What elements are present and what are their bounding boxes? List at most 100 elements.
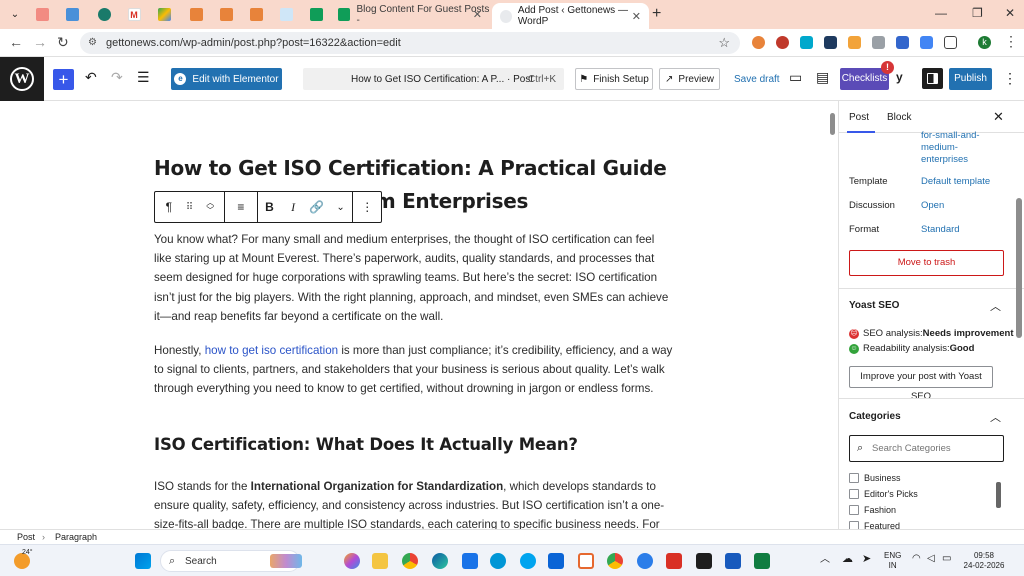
file-explorer-icon[interactable] [372,553,388,569]
preview-button[interactable]: ↗ Preview [659,68,720,90]
app-icon[interactable] [520,553,536,569]
discussion-value[interactable]: Open [921,200,944,211]
close-icon[interactable]: ✕ [993,109,1004,125]
volume-icon[interactable]: ◁ [927,554,935,564]
block-options-icon[interactable]: ⋮ [353,192,381,222]
bookmark-star-icon[interactable]: ☆ [718,35,730,51]
reload-icon[interactable]: ↻ [57,34,69,51]
send-icon[interactable]: ➤ [862,554,871,565]
chrome-icon[interactable] [607,553,623,569]
checkbox[interactable] [849,505,859,515]
scrollbar-thumb[interactable] [830,113,835,135]
pinned-tab[interactable] [152,5,176,24]
cloud-icon[interactable]: ☁ [842,554,853,565]
bold-icon[interactable]: B [258,192,282,222]
paragraph-block[interactable]: Honestly, how to get iso certification i… [154,341,674,399]
edit-with-elementor-button[interactable]: e Edit with Elementor [171,68,282,90]
copilot-icon[interactable] [344,553,360,569]
move-up-down-icon[interactable]: ︿ ﹀ [196,192,224,222]
extension-icon[interactable] [752,36,765,49]
language-indicator[interactable]: ENG IN [884,551,901,571]
document-overview-icon[interactable]: ☰ [137,69,150,86]
close-icon[interactable]: ✕ [632,10,641,23]
extension-icon[interactable] [872,36,885,49]
pinned-tab[interactable] [274,5,298,24]
scrollbar-thumb[interactable] [1016,198,1022,338]
app-icon[interactable] [462,553,478,569]
app-icon[interactable] [666,553,682,569]
forward-icon[interactable]: → [33,34,47,50]
close-window-icon[interactable]: ✕ [1005,6,1015,20]
clock[interactable]: 09:58 24-02-2026 [960,551,1008,571]
pinned-tab[interactable] [60,5,84,24]
template-value[interactable]: Default template [921,176,990,187]
tab-search-button[interactable]: ⌄ [3,5,27,24]
editor-canvas[interactable]: How to Get ISO Certification: A Practica… [0,101,838,529]
chrome-icon[interactable] [402,553,418,569]
minimize-icon[interactable]: — [935,6,947,20]
paragraph-icon[interactable]: ¶ [155,192,183,222]
command-palette-bar[interactable]: How to Get ISO Certification: A P... · P… [303,68,564,90]
tab-add-post[interactable]: Add Post ‹ Gettonews — WordP ✕ [492,3,649,29]
checkbox[interactable] [849,489,859,499]
extension-icon[interactable] [848,36,861,49]
tab-blog-content[interactable]: Blog Content For Guest Posts - ✕ [330,4,490,26]
article-link[interactable]: how to get iso certification [205,344,338,357]
settings-sidebar-toggle[interactable] [922,68,943,89]
canvas-scrollbar[interactable] [828,101,838,529]
app-icon[interactable] [696,553,712,569]
undo-icon[interactable]: ↶ [85,69,97,86]
categories-scrollbar[interactable] [996,472,1001,527]
view-device-icon[interactable]: ▭ [789,69,802,86]
checkbox[interactable] [849,521,859,529]
breadcrumb-post[interactable]: Post [17,532,35,542]
move-to-trash-button[interactable]: Move to trash [849,250,1004,276]
improve-with-yoast-button[interactable]: Improve your post with Yoast SEO [849,366,993,402]
battery-icon[interactable]: ▭ [942,554,951,564]
scrollbar-thumb[interactable] [996,482,1001,508]
back-icon[interactable]: ← [9,34,23,50]
extensions-puzzle-icon[interactable] [944,36,957,49]
section-heading[interactable]: ISO Certification: What Does It Actually… [154,435,578,454]
chevron-up-icon[interactable]: ︿ [820,555,830,565]
category-item[interactable]: Fashion [849,505,896,515]
link-icon[interactable]: 🔗 [305,192,329,222]
word-icon[interactable] [725,553,741,569]
pinned-tab[interactable] [92,5,116,24]
italic-icon[interactable]: I [281,192,305,222]
pinned-tab[interactable] [214,5,238,24]
redo-icon[interactable]: ↷ [111,69,123,86]
save-draft-button[interactable]: Save draft [734,74,780,85]
pinned-tab[interactable] [244,5,268,24]
extension-icon[interactable] [800,36,813,49]
chevron-up-icon[interactable]: ︿ [990,409,1001,425]
extension-icon[interactable] [824,36,837,49]
publish-button[interactable]: Publish [949,68,992,90]
profile-avatar[interactable]: k [978,36,991,49]
address-bar[interactable]: ⚙ gettonews.com/wp-admin/post.php?post=1… [80,32,740,54]
new-tab-icon[interactable]: + [652,5,661,23]
options-more-icon[interactable]: ⋮ [1003,70,1017,87]
pinned-tab[interactable] [304,5,328,24]
drag-handle-icon[interactable]: ⠿ [183,192,197,222]
categories-panel-heading[interactable]: Categories [849,411,901,422]
chevron-down-icon[interactable]: ⌄ [329,192,353,222]
browser-menu-icon[interactable]: ⋮ [1004,33,1018,50]
sidebar-scrollbar[interactable] [1014,101,1024,529]
paragraph-block[interactable]: ISO stands for the International Organiz… [154,477,674,529]
finish-setup-button[interactable]: ⚑ Finish Setup [575,68,653,90]
outlook-icon[interactable] [548,553,564,569]
category-item[interactable]: Editor's Picks [849,489,918,499]
pinned-tab[interactable]: M [122,5,146,24]
pinned-tab[interactable] [184,5,208,24]
extension-icon[interactable] [776,36,789,49]
site-info-icon[interactable]: ⚙ [88,37,100,49]
wordpress-logo-icon[interactable]: W [0,57,44,101]
extension-icon[interactable] [896,36,909,49]
restore-icon[interactable]: ❐ [972,6,983,20]
pinned-tab[interactable] [30,5,54,24]
add-block-button[interactable]: + [53,69,74,90]
format-value[interactable]: Standard [921,224,960,235]
wifi-icon[interactable]: ◠ [912,554,921,564]
close-icon[interactable]: ✕ [473,8,482,21]
